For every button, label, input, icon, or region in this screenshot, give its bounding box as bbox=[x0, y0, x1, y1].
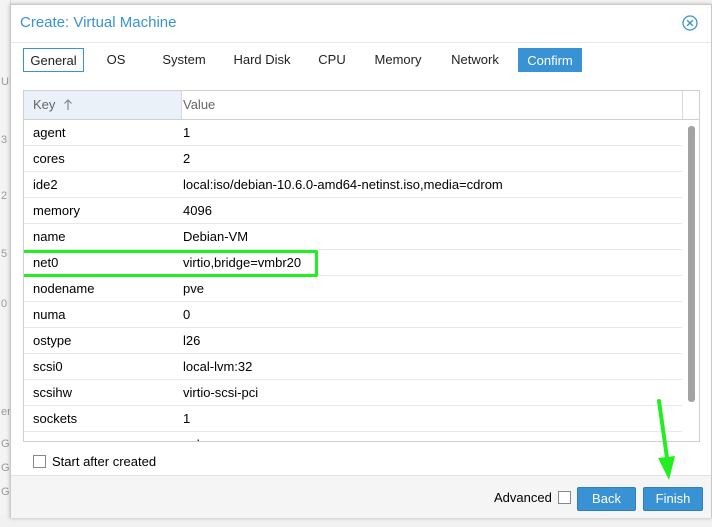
row-key: ide2 bbox=[33, 177, 58, 192]
dialog-title: Create: Virtual Machine bbox=[20, 14, 177, 31]
grid-scrollbar[interactable] bbox=[684, 120, 698, 440]
tab-general[interactable]: General bbox=[23, 48, 84, 72]
close-icon[interactable] bbox=[682, 15, 698, 31]
row-key: scsi0 bbox=[33, 359, 63, 374]
advanced-option[interactable]: Advanced bbox=[494, 489, 571, 505]
dialog-header: Create: Virtual Machine bbox=[11, 5, 711, 43]
row-key: name bbox=[33, 229, 66, 244]
table-row[interactable]: name Debian-VM bbox=[24, 224, 682, 250]
row-value: Debian-VM bbox=[183, 229, 249, 244]
column-header-key-label: Key bbox=[33, 97, 56, 112]
row-value: local:iso/debian-10.6.0-amd64-netinst.is… bbox=[183, 177, 503, 192]
table-row[interactable]: scsi0 local-lvm:32 bbox=[24, 354, 682, 380]
table-row[interactable]: ostype l26 bbox=[24, 328, 682, 354]
row-key: net0 bbox=[33, 255, 59, 270]
row-value: 1 bbox=[183, 125, 191, 140]
header-divider bbox=[682, 91, 683, 119]
start-after-created-checkbox[interactable] bbox=[33, 455, 46, 469]
back-button[interactable]: Back bbox=[577, 487, 636, 511]
background-text: G bbox=[1, 486, 10, 498]
advanced-checkbox[interactable] bbox=[557, 491, 571, 505]
row-value: virtio-scsi-pci bbox=[183, 385, 259, 400]
tab-memory[interactable]: Memory bbox=[368, 48, 428, 72]
tab-confirm[interactable]: Confirm bbox=[518, 48, 582, 72]
row-value: local-lvm:32 bbox=[183, 359, 253, 374]
create-vm-dialog: Create: Virtual Machine General OS Syste… bbox=[10, 4, 712, 518]
start-after-created-option[interactable]: Start after created bbox=[33, 453, 156, 469]
start-after-created-label: Start after created bbox=[52, 454, 157, 470]
background-text: G bbox=[1, 438, 10, 450]
row-value: 1 bbox=[183, 411, 191, 426]
row-key: sockets bbox=[33, 411, 78, 426]
table-row[interactable]: scsihw virtio-scsi-pci bbox=[24, 380, 682, 406]
row-value: pve bbox=[183, 281, 204, 296]
table-row[interactable]: cores 2 bbox=[24, 146, 682, 172]
background-text: G bbox=[1, 462, 10, 474]
row-key: memory bbox=[33, 203, 80, 218]
column-header-value[interactable]: Value bbox=[182, 91, 215, 119]
row-value: 2 bbox=[183, 151, 191, 166]
row-value: l26 bbox=[183, 333, 201, 348]
background-text: U bbox=[1, 76, 9, 88]
sort-ascending-icon bbox=[64, 98, 72, 110]
row-value: virtio,bridge=vmbr20 bbox=[183, 255, 302, 270]
tab-network[interactable]: Network bbox=[444, 48, 506, 72]
tab-hard-disk[interactable]: Hard Disk bbox=[228, 48, 296, 72]
row-key: cores bbox=[33, 151, 65, 166]
row-key: ostype bbox=[33, 333, 72, 348]
advanced-label: Advanced bbox=[494, 490, 552, 506]
tab-system[interactable]: System bbox=[157, 48, 211, 72]
scrollbar-thumb[interactable] bbox=[688, 126, 695, 402]
dialog-footer: Advanced Back Finish bbox=[11, 475, 711, 518]
finish-button[interactable]: Finish bbox=[643, 487, 703, 511]
row-key: numa bbox=[33, 307, 66, 322]
tab-cpu[interactable]: CPU bbox=[313, 48, 351, 72]
background-text: 5 bbox=[1, 248, 8, 260]
table-row[interactable]: memory 4096 bbox=[24, 198, 682, 224]
grid-header: Key Value bbox=[24, 91, 699, 120]
grid-rows: agent 1 cores 2 ide2 local:iso/debian-10.6.… bbox=[24, 120, 682, 441]
table-row[interactable]: nodename pve bbox=[24, 276, 682, 302]
row-value: 0 bbox=[183, 307, 191, 322]
table-row[interactable]: agent 1 bbox=[24, 120, 682, 146]
tab-os[interactable]: OS bbox=[101, 48, 131, 72]
background-text: 3 bbox=[1, 134, 8, 146]
table-row-net0[interactable]: net0 virtio,bridge=vmbr20 bbox=[24, 250, 682, 277]
confirm-settings-grid: Key Value agent 1 cores 2 ide2 local:iso/de… bbox=[23, 90, 700, 442]
row-key: vga bbox=[33, 432, 54, 441]
row-key: scsihw bbox=[33, 385, 73, 400]
background-text: 2 bbox=[1, 190, 8, 202]
row-key: agent bbox=[33, 125, 66, 140]
table-row[interactable]: vga qxl bbox=[24, 432, 682, 441]
table-row[interactable]: sockets 1 bbox=[24, 406, 682, 432]
background-text: 0 bbox=[1, 298, 8, 310]
row-key: nodename bbox=[33, 281, 95, 296]
table-row[interactable]: numa 0 bbox=[24, 302, 682, 328]
column-header-key[interactable]: Key bbox=[24, 91, 182, 119]
row-value: 4096 bbox=[183, 203, 212, 218]
table-row[interactable]: ide2 local:iso/debian-10.6.0-amd64-netins… bbox=[24, 172, 682, 198]
row-value: qxl bbox=[183, 432, 200, 441]
